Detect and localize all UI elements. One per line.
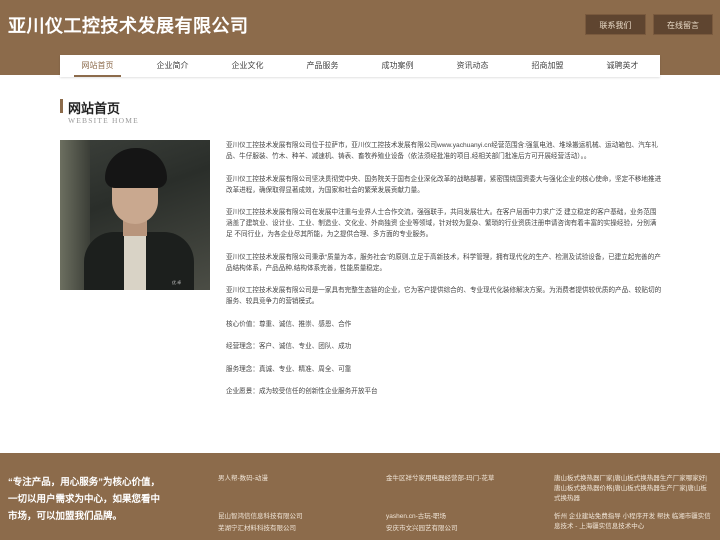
section-title-bar: [60, 99, 63, 113]
footer-link[interactable]: 男人帮-数码-动漫: [218, 474, 378, 484]
description-paragraph: 亚川仪工控技术发展有限公司位于拉萨市，亚川仪工控技术发展有限公司www.yach…: [226, 142, 658, 160]
photo-figure-hair: [105, 148, 167, 188]
company-photo: 优.卓: [60, 140, 210, 290]
nav-item-cases[interactable]: 成功案例: [360, 55, 435, 77]
footer-link[interactable]: 忻州 企业建站免费指导 小程序开发 帮扶 临湘市疆实信息技术 - 上海疆实信息技…: [554, 512, 712, 532]
company-description: 亚川仪工控技术发展有限公司位于拉萨市，亚川仪工控技术发展有限公司www.yach…: [226, 140, 662, 409]
footer-link[interactable]: 唐山板式换热器厂家|唐山板式换热器生产厂家哪家好|唐山板式换热器价格|唐山板式换…: [554, 474, 712, 504]
online-message-button[interactable]: 在线留言: [653, 14, 713, 35]
nav-item-products[interactable]: 产品服务: [285, 55, 360, 77]
main-nav: 网站首页 企业简介 企业文化 产品服务 成功案例 资讯动态 招商加盟 诚聘英才: [60, 55, 660, 77]
nav-item-culture[interactable]: 企业文化: [210, 55, 285, 77]
description-paragraph: 亚川仪工控技术发展有限公司坚决贯彻党中央、国务院关于国有企业深化改革的战略部署，…: [226, 175, 662, 194]
footer-link[interactable]: 金牛区祥兮家用电器经营部-玛门-花草: [386, 474, 546, 484]
footer-link[interactable]: 芜湖宁汇材料科技有限公司: [218, 524, 378, 534]
photo-caption: 优.卓: [172, 280, 182, 285]
contact-us-button[interactable]: 联系我们: [585, 14, 646, 35]
photo-figure-shirt: [124, 232, 146, 290]
section-title: 网站首页: [68, 102, 121, 117]
nav-item-about[interactable]: 企业简介: [135, 55, 210, 77]
description-paragraph: 亚川仪工控技术发展有限公司是一家具有完整生态链的企业，它为客户提供综合的、专业现…: [226, 287, 662, 305]
footer-link[interactable]: 昆山智鸿信信息科技有限公司: [218, 512, 378, 522]
nav-item-home[interactable]: 网站首页: [60, 55, 135, 77]
nav-item-news[interactable]: 资讯动态: [435, 55, 510, 77]
company-vision: 企业愿景：成为较受信任的创新性企业服务开放平台: [226, 388, 378, 396]
site-logo[interactable]: 亚川仪工控技术发展有限公司: [8, 12, 249, 38]
section-subtitle: WEBSITE HOME: [68, 116, 139, 125]
footer-slogan: “专注产品，用心服务”为核心价值，一切以用户需求为中心，如果您看中市场，可以加盟…: [8, 477, 161, 522]
nav-item-franchise[interactable]: 招商加盟: [510, 55, 585, 77]
service-philosophy: 服务理念：真诚、专业、精准、周全、可靠: [226, 365, 352, 373]
nav-item-careers[interactable]: 诚聘英才: [585, 55, 660, 77]
footer-link[interactable]: 安庆市文兴园艺有限公司: [386, 524, 546, 534]
site-footer: “专注产品，用心服务”为核心价值，一切以用户需求为中心，如果您看中市场，可以加盟…: [0, 453, 720, 540]
business-philosophy: 经营理念：客户、诚信、专业、团队、成功: [226, 343, 352, 351]
description-paragraph: 亚川仪工控技术发展有限公司秉承“质量为本，服务社会”的原则,立足于高新技术，科学…: [226, 253, 661, 272]
core-values: 核心价值：尊重、诚信、推崇、感恩、合作: [226, 320, 352, 328]
footer-link[interactable]: yashen.cn-古玩-职场: [386, 512, 546, 522]
description-paragraph: 亚川仪工控技术发展有限公司在发展中注重与业界人士合作交流，强强联手，共同发展壮大…: [226, 209, 657, 238]
